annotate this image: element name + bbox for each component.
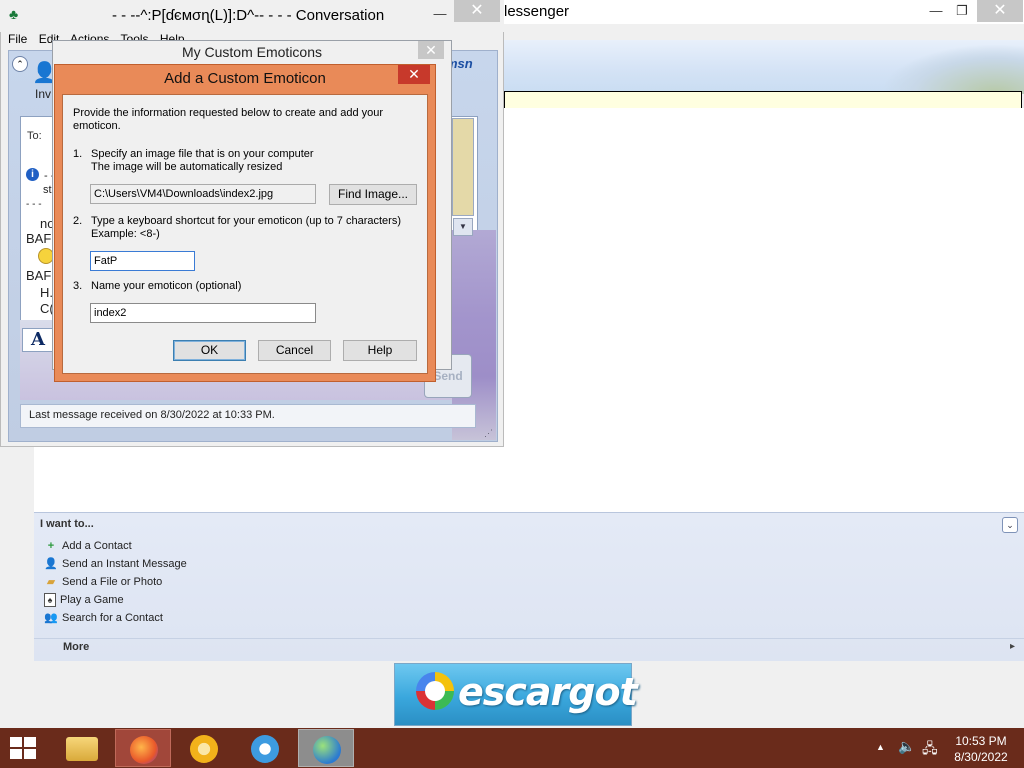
messenger-icon[interactable] (298, 729, 354, 767)
font-button[interactable]: A (22, 328, 54, 352)
ok-button[interactable]: OK (173, 340, 246, 361)
clock-date: 8/30/2022 (954, 750, 1008, 764)
history-text-5: BAF (26, 231, 52, 246)
more-row[interactable] (34, 638, 1024, 659)
step2-label: Type a keyboard shortcut for your emotic… (91, 215, 401, 227)
add-emoticon-title: Add a Custom Emoticon (164, 70, 326, 87)
minimize-button[interactable]: — (922, 1, 950, 21)
task-send-file[interactable]: ▰ Send a File or Photo (44, 574, 163, 590)
contact-display-picture (452, 118, 474, 216)
step3-label: Name your emoticon (optional) (91, 280, 242, 292)
dialog-intro: Provide the information requested below … (73, 107, 384, 132)
image-path-field[interactable] (90, 184, 316, 204)
messenger-app-icon: ♣ (9, 6, 19, 22)
step2-number: 2. (73, 215, 83, 227)
help-button[interactable]: Help (343, 340, 417, 361)
more-label: More (63, 641, 90, 653)
task-add-contact[interactable]: + Add a Contact (44, 538, 132, 554)
step2-example: Example: <8-) (91, 228, 160, 240)
invite-label[interactable]: Inv (35, 87, 51, 101)
task-send-im[interactable]: 👤 Send an Instant Message (44, 556, 187, 572)
step1-hint: The image will be automatically resized (91, 161, 283, 173)
windows-start-icon[interactable] (10, 737, 38, 761)
folder-photo-icon: ▰ (46, 576, 56, 589)
task-search-contact[interactable]: 👥 Search for a Contact (44, 610, 163, 626)
history-text-2: st (43, 184, 52, 196)
network-icon[interactable]: 🖧 (922, 738, 938, 762)
chevron-right-icon: ▸ (1010, 641, 1016, 652)
volume-muted-icon[interactable]: 🔈 (898, 738, 915, 755)
main-window-title: lessenger (504, 3, 570, 20)
task-play-game[interactable]: ♠ Play a Game (44, 592, 124, 608)
tasks-header: I want to... (40, 518, 94, 530)
chrome-icon[interactable] (176, 729, 232, 767)
clock-time: 10:53 PM (955, 734, 1007, 748)
person-message-icon: 👤 (44, 558, 58, 571)
info-icon: i (26, 168, 39, 181)
toolbar-expand-icon[interactable]: ⌃ (12, 56, 28, 72)
emoticon-name-field[interactable] (90, 303, 316, 323)
conversation-title: - - --^:P[ɗємσɳ(L)]:D^-- - - - Conversat… (112, 7, 385, 24)
collapse-chevron-icon[interactable]: ⌄ (1002, 517, 1018, 533)
emoticons-close-button[interactable]: ✕ (418, 41, 444, 59)
firefox-icon[interactable] (115, 729, 171, 767)
plus-icon: + (47, 540, 55, 553)
escargot-logo-icon (416, 672, 454, 710)
search-contact-icon: 👥 (44, 612, 58, 625)
shortcut-field[interactable] (90, 251, 195, 271)
cancel-button[interactable]: Cancel (258, 340, 331, 361)
game-card-icon: ♠ (44, 593, 56, 608)
add-emoticon-close-button[interactable]: ✕ (398, 65, 430, 84)
step3-number: 3. (73, 280, 83, 292)
step1-number: 1. (73, 148, 83, 160)
history-text-6: BAF (26, 268, 52, 283)
last-message-status: Last message received on 8/30/2022 at 10… (29, 409, 275, 421)
resize-grip-icon[interactable]: ⋰ (484, 428, 493, 439)
main-close-button[interactable]: ✕ (977, 0, 1023, 22)
file-explorer-icon[interactable] (54, 729, 110, 767)
conversation-minimize-button[interactable]: — (426, 4, 454, 24)
escargot-banner-text: escargot (458, 670, 638, 714)
internet-explorer-icon[interactable] (237, 729, 293, 767)
menu-file[interactable]: File (8, 32, 27, 46)
conversation-close-button[interactable]: ✕ (454, 0, 500, 22)
scroll-down-icon[interactable]: ▼ (453, 218, 473, 236)
restore-button[interactable]: ❐ (948, 1, 976, 21)
banner-landscape (880, 44, 1024, 94)
find-image-button[interactable]: Find Image... (329, 184, 417, 205)
step1-label: Specify an image file that is on your co… (91, 148, 314, 160)
to-label: To: (27, 130, 42, 142)
taskbar-clock[interactable]: 10:53 PM 8/30/2022 (950, 733, 1012, 765)
emoticons-window-title: My Custom Emoticons (181, 44, 323, 60)
tray-overflow-icon[interactable]: ▲ (876, 742, 885, 752)
history-text-3: - - - (26, 199, 42, 210)
